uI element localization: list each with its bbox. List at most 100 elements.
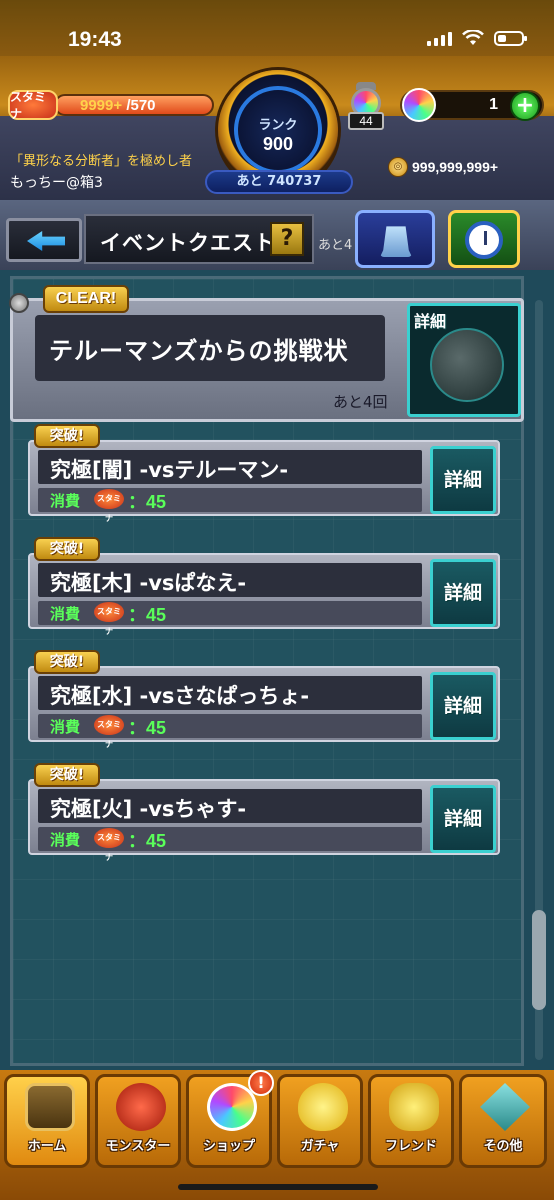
gacha-egg-icon [298,1083,348,1131]
home-icon [25,1083,75,1131]
orb-counter: 1 + [400,88,544,122]
event-detail-label: 詳細 [414,312,447,331]
nav-label: フレンド [384,1139,437,1154]
help-button[interactable]: ? [270,222,304,256]
rank-label: ランク [258,118,298,133]
event-name-box: テルーマンズからの挑戦状 [35,315,385,381]
quest-cost-box: 消費 スタミナ ：45 [38,488,422,523]
cost-label: 消費 [50,831,81,849]
rank-inner: ランク 900 [234,86,322,174]
cost-value: ：45 [128,605,167,625]
cost-value: ：45 [128,831,167,851]
status-time: 19:43 [68,28,122,51]
stamina-max: /570 [126,97,156,114]
stamina-small-icon: スタミナ [94,489,124,523]
clock-icon [465,221,503,259]
coin-counter: ◎ 999,999,999+ [388,157,498,177]
cleared-badge: 突破! [34,763,100,787]
player-title: 「異形なる分断者」を極めし者 [10,154,193,169]
buy-orb-button[interactable]: + [510,91,540,121]
quest-title: 究極[水] -vsさなぱっちょ- [50,684,310,708]
nav-friend[interactable]: フレンド [368,1074,454,1168]
back-arrow-icon [27,231,65,251]
quest-detail-button[interactable]: 詳細 [430,785,496,853]
stamina-small-icon: スタミナ [94,828,124,862]
rank-value: 900 [262,134,294,154]
cleared-badge: 突破! [34,537,100,561]
cost-label: 消費 [50,492,81,510]
event-orb-icon [430,328,504,402]
cost-label: 消費 [50,605,81,623]
header-remaining-text: あと4 [318,238,353,253]
timer-button[interactable] [448,210,520,268]
quest-title: 究極[木] -vsぱなえ- [50,571,247,595]
battery-icon [494,30,527,46]
quest-row[interactable]: 究極[水] -vsさなぱっちょ- 消費 スタミナ ：45 詳細 突破! [28,650,500,749]
cost-value: ：45 [128,492,167,512]
cleared-badge: 突破! [34,424,100,448]
stamina-meter[interactable]: 9999+ /570 スタミナ [8,90,214,121]
orb-icon [402,88,436,122]
friends-icon [389,1083,439,1131]
quest-title-box: 究極[火] -vsちゃす- [38,789,422,823]
nav-label: ホーム [27,1139,67,1154]
quest-detail-button[interactable]: 詳細 [430,446,496,514]
quest-row[interactable]: 究極[木] -vsぱなえ- 消費 スタミナ ：45 詳細 突破! [28,537,500,636]
home-indicator[interactable] [178,1184,378,1190]
quest-title-box: 究極[闇] -vsテルーマン- [38,450,422,484]
nav-label: モンスター [105,1139,171,1154]
bell-button[interactable] [355,210,435,268]
player-name: もっちー@箱3 [10,175,103,191]
quest-detail-button[interactable]: 詳細 [430,672,496,740]
scrollbar-thumb[interactable] [532,910,546,1010]
stamina-small-icon: スタミナ [94,715,124,749]
lantern-item[interactable]: 44 [346,82,386,130]
coin-amount: 999,999,999+ [412,159,499,175]
event-detail-button[interactable]: 詳細 [407,303,521,417]
event-name: テルーマンズからの挑戦状 [49,337,349,365]
clear-badge: CLEAR! [43,285,129,313]
quest-cost-box: 消費 スタミナ ：45 [38,714,422,749]
nav-home[interactable]: ホーム [4,1074,90,1168]
monster-icon [116,1083,166,1131]
rank-next-exp: あと 740737 [205,170,353,194]
quest-row[interactable]: 究極[闇] -vsテルーマン- 消費 スタミナ ：45 詳細 突破! [28,424,500,523]
pin-icon [9,293,29,313]
quest-body: 究極[木] -vsぱなえ- 消費 スタミナ ：45 詳細 [28,553,500,636]
lantern-count: 44 [348,112,384,130]
stamina-current: 9999+ [80,97,123,114]
quest-title: 究極[闇] -vsテルーマン- [50,458,289,482]
quest-detail-button[interactable]: 詳細 [430,559,496,627]
clock-hand-icon [484,231,487,245]
quest-body: 究極[水] -vsさなぱっちょ- 消費 スタミナ ：45 詳細 [28,666,500,749]
quest-body: 究極[火] -vsちゃす- 消費 スタミナ ：45 詳細 [28,779,500,862]
quest-cost-box: 消費 スタミナ ：45 [38,601,422,636]
cost-value: ：45 [128,718,167,738]
stamina-icon: スタミナ [8,90,58,121]
event-card[interactable]: CLEAR! テルーマンズからの挑戦状 あと4回 詳細 [9,285,524,422]
quest-body: 究極[闇] -vsテルーマン- 消費 スタミナ ：45 詳細 [28,440,500,523]
back-button[interactable] [6,218,82,262]
quest-cost-box: 消費 スタミナ ：45 [38,827,422,862]
nav-monster[interactable]: モンスター [95,1074,181,1168]
cost-label: 消費 [50,718,81,736]
shop-notice-badge: ! [248,1070,274,1096]
nav-label: ショップ [202,1139,255,1154]
bell-icon [380,226,412,257]
stamina-bar: 9999+ /570 [54,94,214,116]
coin-icon: ◎ [388,157,408,177]
status-icons [427,30,527,46]
quest-row[interactable]: 究極[火] -vsちゃす- 消費 スタミナ ：45 詳細 突破! [28,763,500,862]
stamina-small-icon: スタミナ [94,602,124,636]
quest-title: 究極[火] -vsちゃす- [50,797,247,821]
cellular-signal-icon [427,30,452,46]
page-title: イベントクエスト [100,231,276,255]
event-remaining: あと4回 [333,393,388,411]
nav-other[interactable]: その他 [459,1074,547,1168]
nav-gacha[interactable]: ガチャ [277,1074,363,1168]
orb-count: 1 [489,96,498,113]
status-bar: 19:43 [0,0,554,56]
other-icon [480,1083,530,1131]
nav-label: ガチャ [300,1139,340,1154]
stamina-value: 9999+ /570 [80,97,156,114]
